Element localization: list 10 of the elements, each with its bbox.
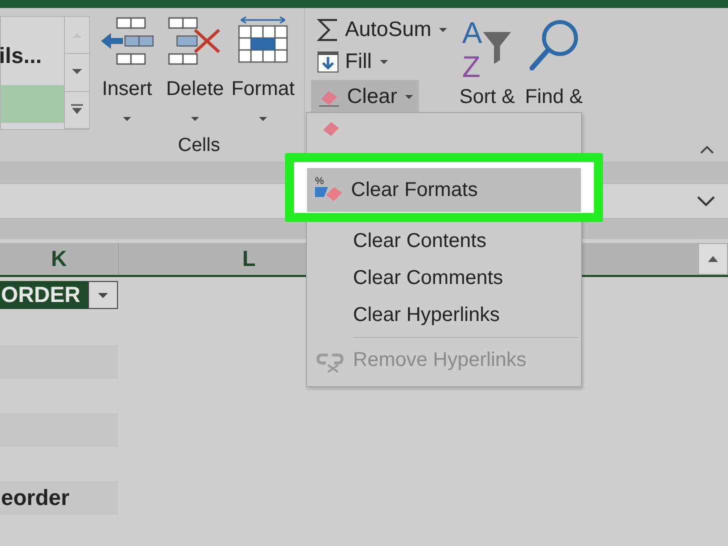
style-name: ils... — [0, 42, 43, 70]
button-label: Delete — [166, 78, 224, 101]
button-label: Insert — [102, 78, 152, 101]
header-text: ORDER — [1, 281, 82, 309]
button-label: Format — [231, 78, 295, 101]
sort-letter: A — [462, 20, 482, 48]
cell-text: eorder — [1, 485, 70, 510]
sort-letter: Z — [462, 54, 482, 82]
percent-sign: % — [315, 177, 324, 187]
group-label: Cells — [176, 135, 222, 157]
